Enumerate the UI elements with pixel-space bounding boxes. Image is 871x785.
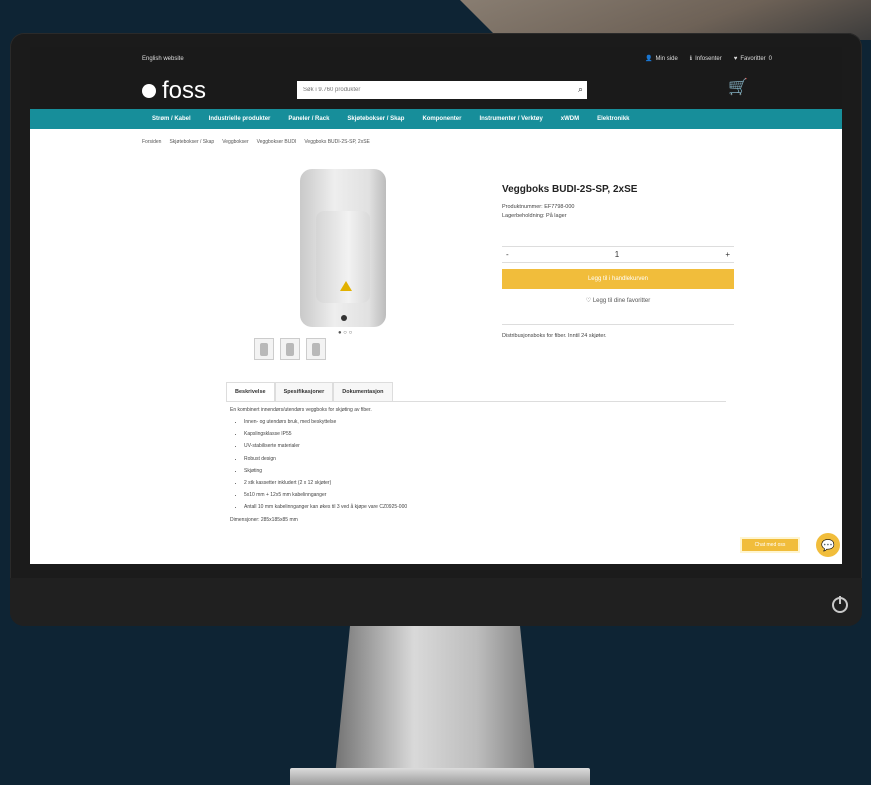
my-page-link[interactable]: 👤 Min side — [644, 55, 678, 63]
list-item: 5x10 mm + 12x5 mm kabelinnganger — [244, 492, 630, 498]
list-item: Skjøting — [244, 468, 630, 474]
list-item: Kapslingsklasse IP55 — [244, 431, 630, 437]
thumbnail[interactable] — [280, 338, 300, 360]
logo-mark-icon — [142, 84, 156, 98]
thumbnail[interactable] — [254, 338, 274, 360]
description-body: En kombinert innendørs/utendørs veggboks… — [230, 407, 630, 523]
tab-documentation[interactable]: Dokumentasjon — [333, 382, 393, 401]
search-input[interactable] — [297, 81, 587, 99]
favorites-link[interactable]: ♥ Favoritter 0 — [734, 55, 772, 62]
breadcrumb-item[interactable]: Forsiden — [142, 139, 161, 145]
nav-item[interactable]: Industrielle produkter — [209, 116, 271, 122]
qty-plus-button[interactable]: + — [725, 250, 730, 259]
short-description: Distribusjonsboks for fiber. Inntil 24 s… — [502, 324, 734, 339]
monitor-chin — [10, 578, 862, 626]
qty-minus-button[interactable]: - — [506, 250, 509, 259]
description-intro: En kombinert innendørs/utendørs veggboks… — [230, 407, 372, 413]
breadcrumb-item[interactable]: Skjøtebokser / Skap — [169, 139, 214, 145]
breadcrumb: Forsiden Skjøtebokser / Skap Veggbokser … — [142, 139, 370, 145]
top-links: 👤 Min side ℹ Infosenter ♥ Favoritter 0 — [644, 55, 772, 63]
product-tabs: Beskrivelse Spesifikasjoner Dokumentasjo… — [226, 382, 393, 401]
chat-button[interactable]: Chat med oss — [740, 537, 800, 553]
list-item: Innen- og utendørs bruk, med beskyttelse — [244, 419, 630, 425]
list-item: UV-stabiliserte materialer — [244, 443, 630, 449]
thumbnail-strip — [254, 338, 326, 360]
list-item: 2 stk kassetter inkludert (2 x 12 skjøte… — [244, 480, 630, 486]
nav-item[interactable]: xWDM — [561, 116, 579, 122]
site-header: English website 👤 Min side ℹ Infosenter ♥ F… — [30, 47, 842, 129]
product-image[interactable] — [300, 169, 386, 327]
feature-list: Innen- og utendørs bruk, med beskyttelse… — [230, 419, 630, 510]
add-to-favorites-link[interactable]: ♡ Legg til dine favoritter — [502, 297, 734, 304]
add-to-cart-button[interactable]: Legg til i handlekurven — [502, 269, 734, 289]
stock-status: På lager — [546, 213, 567, 219]
nav-item[interactable]: Instrumenter / Verktøy — [479, 116, 542, 122]
tab-divider — [226, 401, 726, 402]
browser-screen: English website 👤 Min side ℹ Infosenter ♥ F… — [30, 47, 842, 564]
quantity-stepper: - 1 + — [502, 246, 734, 263]
nav-item[interactable]: Komponenter — [422, 116, 461, 122]
nav-item[interactable]: Elektronikk — [597, 116, 629, 122]
warning-icon — [340, 281, 352, 291]
product-lock — [341, 315, 347, 321]
breadcrumb-item[interactable]: Veggbokser — [222, 139, 248, 145]
image-pager[interactable]: ● ○ ○ — [338, 330, 352, 336]
heart-icon: ♡ — [585, 298, 592, 304]
dimensions: Dimensjoner: 285x185x85 mm — [230, 516, 298, 523]
nav-item[interactable]: Skjøtebokser / Skap — [347, 116, 404, 122]
power-icon[interactable] — [832, 596, 848, 613]
nav-item[interactable]: Paneler / Rack — [288, 116, 329, 122]
tab-description[interactable]: Beskrivelse — [226, 382, 275, 401]
breadcrumb-item[interactable]: Veggbokser BUDI — [257, 139, 297, 145]
chat-bubble-icon[interactable]: 💬 — [816, 533, 840, 557]
user-icon: 👤 — [644, 56, 653, 62]
foss-logo[interactable]: foss — [142, 77, 206, 105]
nav-item[interactable]: Strøm / Kabel — [152, 116, 191, 122]
monitor-stand — [335, 626, 535, 776]
product-meta: Produktnummer: EF7798-000 Lagerbeholdnin… — [502, 204, 575, 219]
thumbnail[interactable] — [306, 338, 326, 360]
search-icon[interactable]: ⌕ — [578, 84, 583, 95]
main-nav: Strøm / Kabel Industrielle produkter Pan… — [30, 109, 842, 129]
product-title: Veggboks BUDI-2S-SP, 2xSE — [502, 184, 638, 195]
list-item: Antall 10 mm kabelinnganger kan økes til… — [244, 504, 630, 510]
breadcrumb-item: Veggboks BUDI-2S-SP, 2xSE — [304, 139, 370, 145]
tab-specifications[interactable]: Spesifikasjoner — [274, 382, 334, 401]
heart-icon: ♥ — [733, 55, 738, 62]
english-website-link[interactable]: English website — [142, 56, 184, 62]
cart-icon[interactable]: 🛒 — [728, 77, 748, 97]
monitor-base — [290, 768, 590, 785]
list-item: Robust design — [244, 456, 630, 462]
qty-value[interactable]: 1 — [615, 250, 619, 259]
info-link[interactable]: ℹ Infosenter — [689, 55, 722, 63]
info-icon: ℹ — [689, 56, 693, 62]
sku-value: EF7798-000 — [544, 204, 575, 210]
favorites-count: 0 — [768, 55, 772, 62]
